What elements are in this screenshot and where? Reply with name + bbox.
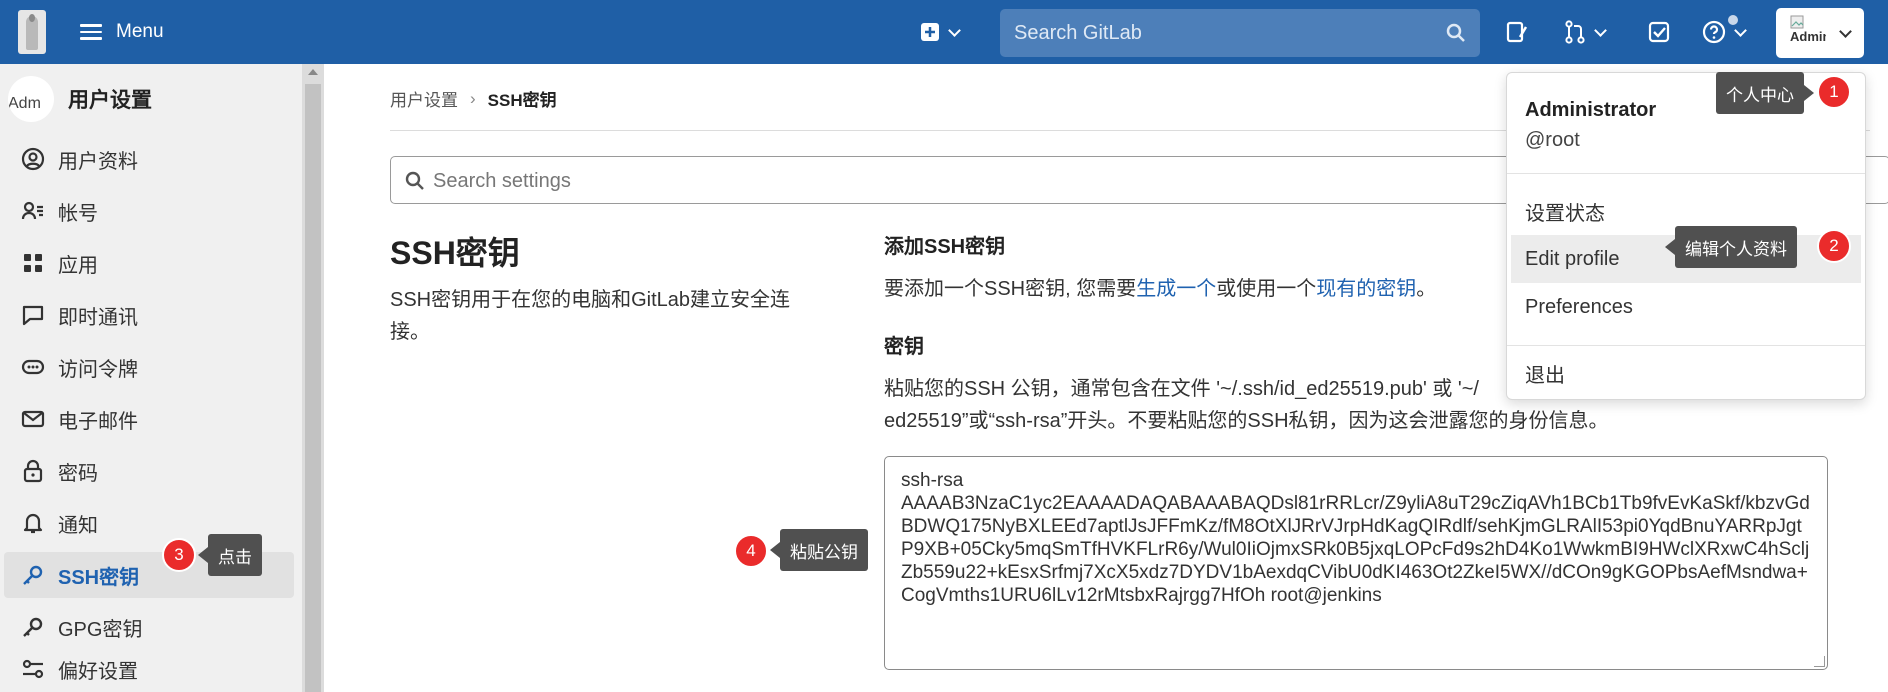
lock-icon bbox=[20, 458, 46, 484]
sidebar-item-label: 电子邮件 bbox=[58, 410, 138, 433]
sidebar-item-label: 即时通讯 bbox=[58, 306, 138, 329]
annotation-badge: 1 bbox=[1817, 75, 1851, 109]
sidebar-item-profile[interactable]: 用户资料 bbox=[4, 136, 294, 182]
sidebar-avatar: Adm bbox=[8, 76, 54, 122]
applications-icon bbox=[20, 250, 46, 276]
annotation-callout: 个人中心 bbox=[1716, 72, 1814, 114]
annotation-callout: 点击 bbox=[198, 534, 262, 576]
issues-button[interactable] bbox=[1506, 18, 1528, 46]
sidebar-item-label: 帐号 bbox=[58, 202, 98, 225]
sidebar-item-label: SSH密钥 bbox=[58, 566, 140, 589]
sidebar-item-gpg-keys[interactable]: GPG密钥 bbox=[4, 604, 294, 650]
annotation-badge: 4 bbox=[734, 534, 768, 568]
scrollbar-thumb[interactable] bbox=[305, 84, 321, 692]
chevron-down-icon bbox=[948, 23, 961, 37]
breadcrumb-separator: › bbox=[470, 88, 476, 108]
account-icon bbox=[20, 198, 46, 224]
add-ssh-key-text: 要添加一个SSH密钥, 您需要生成一个或使用一个现有的密钥。 bbox=[884, 272, 1436, 301]
sidebar-header[interactable]: Adm 用户设置 bbox=[8, 74, 152, 124]
avatar: Administ bbox=[1790, 15, 1826, 55]
key-icon bbox=[20, 562, 46, 588]
sidebar-item-emails[interactable]: 电子邮件 bbox=[4, 396, 294, 442]
email-icon bbox=[20, 406, 46, 432]
section-description: SSH密钥用于在您的电脑和GitLab建立安全连接。 bbox=[390, 289, 791, 343]
search-icon bbox=[1446, 23, 1465, 42]
merge-requests-dropdown[interactable] bbox=[1564, 18, 1607, 46]
sidebar-item-label: 通知 bbox=[58, 514, 98, 537]
annotation-callout: 粘贴公钥 bbox=[770, 529, 868, 571]
key-help-text-line1: 粘贴您的SSH 公钥，通常包含在文件 '~/.ssh/id_ed25519.pu… bbox=[884, 378, 1479, 400]
avatar-alt-text: Administ bbox=[1790, 29, 1826, 44]
chat-icon bbox=[20, 302, 46, 328]
divider bbox=[1507, 173, 1865, 174]
key-icon bbox=[20, 614, 46, 640]
annotation-badge: 2 bbox=[1817, 229, 1851, 263]
search-gitlab-input[interactable]: Search GitLab bbox=[1000, 9, 1480, 57]
user-name[interactable]: Administrator bbox=[1525, 99, 1656, 122]
new-item-dropdown[interactable] bbox=[920, 18, 961, 46]
ssh-key-value: ssh-rsa AAAAB3NzaC1yc2EAAAADAQABAAABAQDs… bbox=[901, 470, 1810, 606]
sidebar-item-chat[interactable]: 即时通讯 bbox=[4, 292, 294, 338]
add-text-before: 要添加一个SSH密钥, 您需要 bbox=[884, 278, 1137, 300]
todos-button[interactable] bbox=[1648, 18, 1670, 46]
sidebar-item-account[interactable]: 帐号 bbox=[4, 188, 294, 234]
issues-icon bbox=[1506, 21, 1528, 43]
annotation-callout: 编辑个人资料 bbox=[1665, 226, 1797, 268]
sidebar-item-preferences[interactable]: 偏好设置 bbox=[4, 646, 294, 692]
chevron-down-icon bbox=[1594, 23, 1607, 37]
sidebar-scrollbar[interactable] bbox=[302, 64, 324, 692]
key-field-label: 密钥 bbox=[884, 336, 924, 358]
help-icon bbox=[1702, 20, 1726, 44]
sidebar-item-label: 密码 bbox=[58, 462, 98, 485]
ssh-key-textarea[interactable]: ssh-rsa AAAAB3NzaC1yc2EAAAADAQABAAABAQDs… bbox=[884, 456, 1828, 670]
menu-label: Menu bbox=[116, 21, 164, 42]
add-text-middle: 或使用一个 bbox=[1216, 278, 1317, 300]
avatar-alt-text: Adm bbox=[8, 95, 41, 112]
menu-button[interactable]: Menu bbox=[80, 17, 164, 47]
sidebar-item-label: 访问令牌 bbox=[58, 358, 138, 381]
generate-key-link[interactable]: 生成一个 bbox=[1136, 278, 1216, 300]
preferences-item[interactable]: Preferences bbox=[1507, 283, 1865, 331]
sidebar-item-access-tokens[interactable]: 访问令牌 bbox=[4, 344, 294, 390]
sidebar-item-password[interactable]: 密码 bbox=[4, 448, 294, 494]
sidebar-item-applications[interactable]: 应用 bbox=[4, 240, 294, 286]
user-handle[interactable]: @root bbox=[1525, 129, 1580, 152]
hamburger-icon bbox=[80, 24, 102, 40]
sign-out-item[interactable]: 退出 bbox=[1507, 349, 1865, 397]
add-text-after: 。 bbox=[1416, 278, 1437, 300]
gitlab-logo[interactable] bbox=[18, 10, 46, 54]
search-placeholder: Search GitLab bbox=[1014, 22, 1142, 44]
breadcrumb-parent-link[interactable]: 用户设置 bbox=[390, 86, 458, 111]
top-navbar: Menu Search GitLab Administ bbox=[0, 0, 1888, 64]
preferences-icon bbox=[20, 656, 46, 682]
profile-icon bbox=[20, 146, 46, 172]
resize-handle-icon[interactable] bbox=[1814, 656, 1825, 667]
breadcrumb-current: SSH密钥 bbox=[487, 91, 557, 110]
chevron-down-icon bbox=[1839, 25, 1852, 38]
sidebar-item-label: 偏好设置 bbox=[58, 660, 138, 683]
bell-icon bbox=[20, 510, 46, 536]
sidebar-item-label: GPG密钥 bbox=[58, 618, 143, 641]
divider bbox=[1507, 345, 1865, 346]
sidebar-item-label: 用户资料 bbox=[58, 150, 138, 173]
annotation-badge: 3 bbox=[162, 538, 196, 572]
broken-image-icon bbox=[1790, 15, 1804, 29]
user-avatar-dropdown[interactable]: Administ bbox=[1776, 8, 1864, 58]
sidebar-item-label: 应用 bbox=[58, 254, 98, 277]
existing-key-link[interactable]: 现有的密钥 bbox=[1316, 278, 1416, 300]
merge-request-icon bbox=[1565, 20, 1585, 44]
sidebar-title: 用户设置 bbox=[68, 89, 152, 112]
plus-square-icon bbox=[921, 23, 939, 41]
search-icon bbox=[405, 171, 424, 190]
add-ssh-key-heading: 添加SSH密钥 bbox=[884, 236, 1006, 258]
todo-checkbox-icon bbox=[1648, 21, 1670, 43]
token-icon bbox=[20, 354, 46, 380]
scroll-up-arrow-icon[interactable] bbox=[308, 69, 318, 75]
page-title: SSH密钥 bbox=[390, 235, 520, 271]
breadcrumb: 用户设置 › SSH密钥 bbox=[390, 86, 557, 111]
search-settings-placeholder: Search settings bbox=[433, 170, 571, 192]
key-help-text-line2: ed25519”或“ssh-rsa”开头。不要粘贴您的SSH私钥，因为这会泄露您… bbox=[884, 410, 1609, 432]
notification-dot-icon bbox=[1726, 13, 1740, 27]
